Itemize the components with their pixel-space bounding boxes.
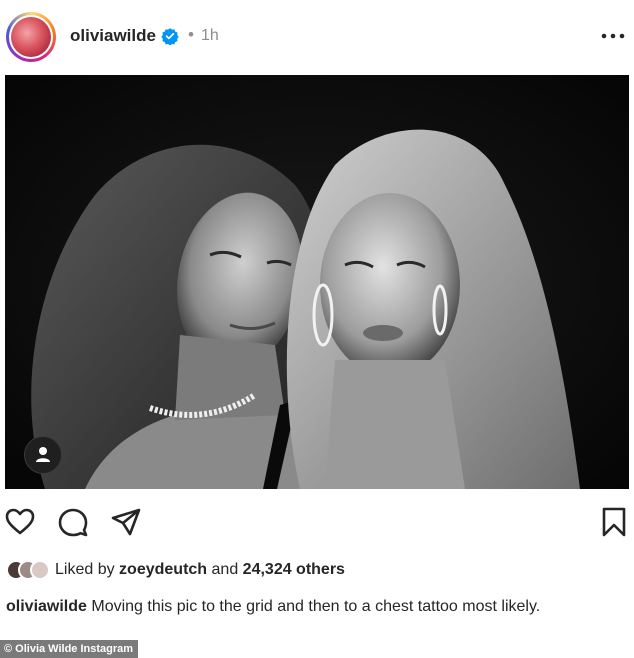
photo-credit: © Olivia Wilde Instagram [0, 640, 139, 658]
top-liker-link[interactable]: zoeydeutch [119, 561, 207, 578]
likes-summary: Liked by zoeydeutch and 24,324 others [6, 558, 626, 582]
user-tag-icon [36, 447, 50, 462]
action-bar [0, 500, 634, 546]
tag-people-button[interactable] [24, 436, 62, 474]
verified-badge-icon [161, 28, 179, 45]
liker-avatars[interactable] [6, 560, 50, 580]
comment-icon[interactable] [57, 506, 89, 538]
photo-illustration [5, 75, 629, 489]
caption-text: Moving this pic to the grid and then to … [91, 598, 541, 615]
profile-avatar[interactable] [6, 12, 56, 62]
post-photo[interactable] [5, 75, 629, 489]
likes-joiner: and [211, 561, 239, 578]
username-link[interactable]: oliviawilde [70, 26, 156, 46]
heart-icon[interactable] [4, 506, 36, 538]
bookmark-icon[interactable] [598, 506, 630, 538]
likes-prefix: Liked by [55, 561, 115, 578]
likes-count-link[interactable]: 24,324 others [243, 561, 345, 578]
liker-avatar [30, 560, 50, 580]
caption-username-link[interactable]: oliviawilde [6, 598, 87, 615]
more-options-icon[interactable] [600, 26, 626, 46]
post-header: oliviawilde • 1h [0, 0, 634, 75]
separator-dot: • [188, 25, 194, 44]
post-timestamp[interactable]: 1h [201, 27, 219, 45]
paper-plane-icon[interactable] [110, 506, 142, 538]
likes-text: Liked by zoeydeutch and 24,324 others [55, 561, 345, 579]
post-caption: oliviawilde Moving this pic to the grid … [6, 595, 606, 619]
